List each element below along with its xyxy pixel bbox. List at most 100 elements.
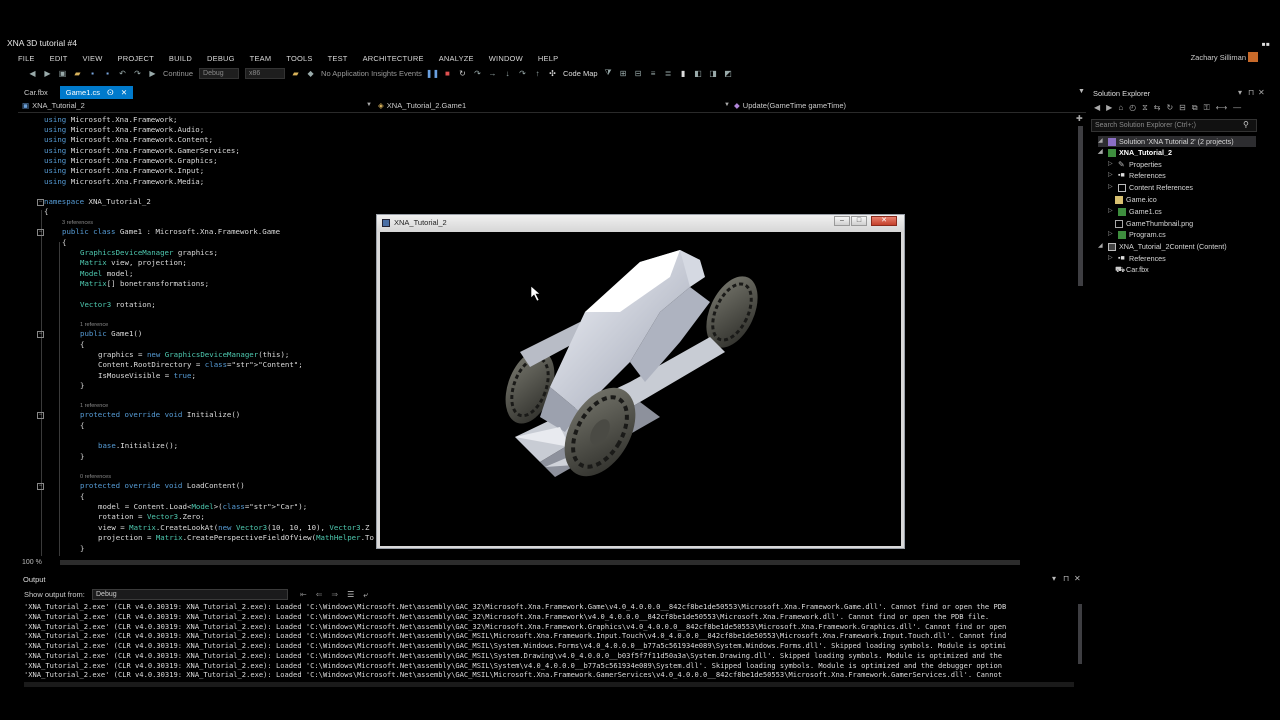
code-lens-references[interactable]: 1 reference (80, 321, 108, 329)
show-all-files-icon[interactable]: ⧉ (1192, 103, 1198, 113)
tree-item-game-ico[interactable]: Game.ico (1115, 194, 1157, 205)
close-icon[interactable]: ✕ (1074, 574, 1081, 583)
insights-icon[interactable]: ◆ (306, 69, 315, 78)
tree-item-solution[interactable]: ◢ Solution 'XNA Tutorial 2' (2 projects) (1098, 136, 1256, 147)
menu-architecture[interactable]: ARCHITECTURE (363, 54, 424, 63)
game-window-titlebar[interactable]: XNA_Tutorial_2 – □ ✕ (377, 215, 904, 232)
go-to-previous-icon[interactable]: ⇐ (316, 590, 323, 600)
play-icon[interactable]: ▶ (148, 69, 157, 78)
menu-analyze[interactable]: ANALYZE (439, 54, 474, 63)
find-icon[interactable]: ▰ (291, 69, 300, 78)
save-icon[interactable]: ▪ (88, 69, 97, 78)
bookmark-icon[interactable]: ▮ (679, 69, 688, 78)
editor-vertical-scrollbar[interactable]: ✚ (1076, 114, 1085, 556)
tab-car-fbx[interactable]: Car.fbx (18, 86, 54, 99)
collapse-toggle-icon[interactable]: − (37, 331, 44, 338)
dash-icon[interactable]: — (1233, 103, 1241, 113)
find-message-icon[interactable]: ⇤ (300, 590, 307, 600)
output-horizontal-scrollbar[interactable] (24, 682, 1074, 687)
collapsed-icon[interactable]: ▷ (1108, 159, 1115, 170)
zoom-level[interactable]: 100 % (22, 559, 42, 566)
game-viewport[interactable] (380, 232, 901, 546)
dropdown-icon[interactable]: ▾ (1238, 88, 1242, 97)
redo-icon[interactable]: ↷ (133, 69, 142, 78)
tree-item-properties[interactable]: ▷ ✎ Properties (1108, 159, 1162, 170)
pending-changes-icon[interactable]: ⧖ (1142, 103, 1148, 113)
output-vertical-scrollbar[interactable] (1076, 602, 1084, 686)
save-all-icon[interactable]: ▪ (103, 69, 112, 78)
menu-team[interactable]: TEAM (250, 54, 272, 63)
filter-icon[interactable]: ⧩ (604, 68, 613, 78)
output-source-select[interactable]: Debug (92, 589, 288, 600)
code-lens-references[interactable]: 3 references (62, 219, 93, 227)
forward-icon[interactable]: ▶ (43, 69, 52, 78)
tree-item-program-cs[interactable]: ▷ Program.cs (1108, 229, 1166, 240)
menu-help[interactable]: HELP (538, 54, 558, 63)
history-icon[interactable]: ◴ (1129, 103, 1136, 113)
insights-button[interactable]: No Application Insights Events (321, 69, 422, 78)
back-icon[interactable]: ◀ (28, 69, 37, 78)
comment-icon[interactable]: ≡ (649, 69, 658, 78)
close-button[interactable]: ✕ (871, 216, 897, 226)
minimize-button[interactable]: – (834, 216, 850, 226)
collapsed-icon[interactable]: ▷ (1108, 206, 1115, 217)
show-next-icon[interactable]: → (488, 69, 497, 78)
menu-window[interactable]: WINDOW (489, 54, 523, 63)
chevron-down-icon[interactable]: ▼ (724, 102, 730, 108)
collapse-toggle-icon[interactable]: − (37, 229, 44, 236)
clear-all-icon[interactable]: ☰ (347, 590, 354, 600)
word-wrap-icon[interactable]: ⤶ (363, 590, 367, 600)
pause-icon[interactable]: ❚❚ (426, 69, 439, 78)
codemap-button[interactable]: Code Map (563, 69, 598, 78)
dropdown-icon[interactable]: ▾ (1052, 574, 1056, 583)
menu-edit[interactable]: EDIT (50, 54, 68, 63)
step-icon[interactable]: ↷ (473, 69, 482, 78)
stop-icon[interactable]: ■ (443, 69, 452, 78)
layout2-icon[interactable]: ⊟ (634, 69, 643, 78)
collapse-all-icon[interactable]: ⊟ (1179, 103, 1186, 113)
solution-explorer-search-input[interactable]: Search Solution Explorer (Ctrl+;) (1091, 119, 1257, 132)
expanded-icon[interactable]: ◢ (1098, 147, 1105, 158)
restart-icon[interactable]: ↻ (458, 69, 467, 78)
member-select[interactable]: ◆ Update(GameTime gameTime) (734, 101, 846, 110)
codemap-icon[interactable]: ✣ (548, 69, 557, 78)
collapse-toggle-icon[interactable]: − (37, 483, 44, 490)
collapsed-icon[interactable]: ▷ (1108, 229, 1115, 240)
forward-icon[interactable]: ▶ (1106, 103, 1112, 113)
type-select[interactable]: ◈ XNA_Tutorial_2.Game1 (378, 101, 466, 110)
close-icon[interactable]: ✕ (121, 88, 127, 97)
step-into-icon[interactable]: ↓ (503, 69, 512, 78)
go-to-next-icon[interactable]: ⇒ (331, 590, 338, 600)
uncomment-icon[interactable]: ≣ (664, 69, 673, 78)
code-lens-references[interactable]: 1 reference (80, 402, 108, 410)
menu-test[interactable]: TEST (328, 54, 348, 63)
split-icon[interactable]: ✚ (1076, 114, 1083, 123)
chevron-down-icon[interactable]: ▼ (366, 102, 372, 108)
avatar[interactable] (1248, 52, 1258, 62)
tree-item-content-references[interactable]: ▷ Content References (1108, 182, 1193, 193)
menu-debug[interactable]: DEBUG (207, 54, 235, 63)
bookmark-prev-icon[interactable]: ◧ (694, 69, 703, 78)
expanded-icon[interactable]: ◢ (1098, 241, 1105, 252)
pin-icon[interactable]: ⵙ (107, 88, 114, 97)
user-name[interactable]: Zachary Silliman (1191, 53, 1246, 62)
open-folder-icon[interactable]: ▰ (73, 69, 82, 78)
collapse-toggle-icon[interactable]: − (37, 412, 44, 419)
menu-project[interactable]: PROJECT (118, 54, 154, 63)
step-over-icon[interactable]: ↷ (518, 69, 527, 78)
close-icon[interactable]: ✕ (1258, 88, 1265, 97)
output-text[interactable]: 'XNA_Tutorial_2.exe' (CLR v4.0.30319: XN… (24, 602, 1074, 680)
tree-item-car-fbx[interactable]: ⛟ Car.fbx (1115, 264, 1149, 275)
project-select[interactable]: ▣ XNA_Tutorial_2 (22, 101, 85, 110)
tree-item-references[interactable]: ▷ ▪■ References (1108, 170, 1166, 181)
collapsed-icon[interactable]: ▷ (1108, 182, 1115, 193)
new-project-icon[interactable]: ▣ (58, 69, 67, 78)
step-out-icon[interactable]: ↑ (533, 69, 542, 78)
search-icon[interactable]: ⚲ (1243, 120, 1249, 129)
undo-icon[interactable]: ↶ (118, 69, 127, 78)
tab-dropdown-icon[interactable]: ▼ (1078, 88, 1085, 95)
home-icon[interactable]: ⌂ (1118, 103, 1123, 113)
back-icon[interactable]: ◀ (1094, 103, 1100, 113)
bookmark-next-icon[interactable]: ◨ (709, 69, 718, 78)
pin-icon[interactable]: ⊓ (1063, 574, 1069, 583)
